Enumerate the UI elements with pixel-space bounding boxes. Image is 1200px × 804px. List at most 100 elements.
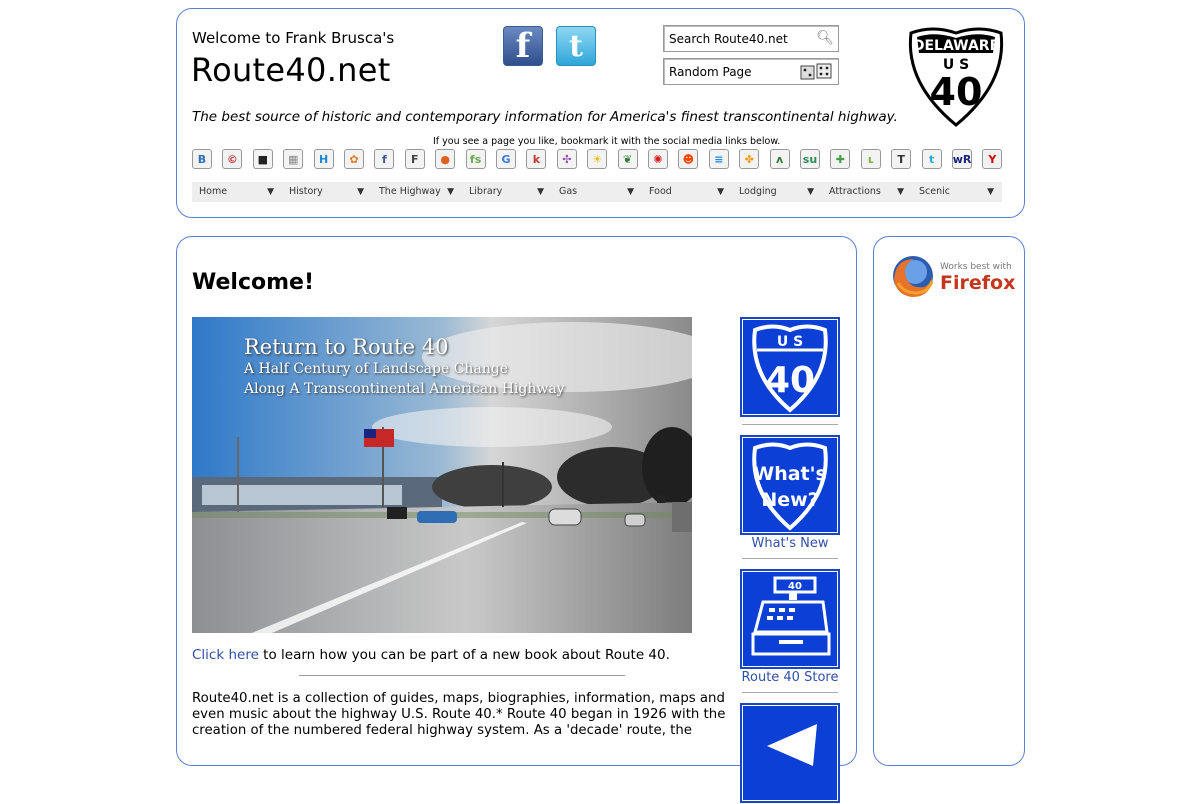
delaware-us40-shield-icon[interactable]: DELAWARE U S 40 bbox=[903, 23, 1009, 127]
chevron-down-icon[interactable]: ▼ bbox=[537, 182, 544, 202]
whats-new-tile-image: What's New? bbox=[742, 437, 838, 533]
chevron-down-icon[interactable]: ▼ bbox=[357, 182, 364, 202]
bookmark-icon[interactable]: ☀ bbox=[587, 149, 608, 169]
bookmark-icon[interactable]: ❦ bbox=[617, 149, 638, 169]
nav-item-scenic[interactable]: Scenic ▼ bbox=[912, 182, 1002, 202]
main-panel: Welcome! Return to Route 40 A Half Centu… bbox=[176, 236, 857, 803]
next-tile[interactable] bbox=[740, 703, 840, 803]
facebook-icon[interactable]: f bbox=[503, 26, 543, 66]
hero-image[interactable]: Return to Route 40 A Half Century of Lan… bbox=[192, 317, 692, 633]
bookmark-icon[interactable]: ≡ bbox=[708, 149, 729, 169]
click-here-link[interactable]: Click here bbox=[192, 647, 259, 663]
divider bbox=[299, 675, 625, 676]
bookmark-icon[interactable]: ✣ bbox=[556, 149, 577, 169]
us40-shield-icon: U S 40 bbox=[752, 324, 828, 413]
bookmark-icon[interactable]: ▦ bbox=[283, 149, 304, 169]
hero-title-line1: Return to Route 40 bbox=[244, 335, 449, 359]
nav-item-label: Home bbox=[199, 186, 228, 197]
nav-item-the-highway[interactable]: The Highway ▼ bbox=[372, 182, 462, 202]
bookmark-note: If you see a page you like, bookmark it … bbox=[433, 136, 781, 147]
random-page-button[interactable]: Random Page bbox=[663, 58, 839, 85]
bookmark-icon[interactable]: B bbox=[192, 149, 212, 169]
nav-item-label: Attractions bbox=[829, 186, 881, 197]
nav-item-label: History bbox=[289, 186, 323, 197]
bookmark-icon[interactable]: k bbox=[526, 149, 547, 169]
bookmark-icon[interactable]: ʌ bbox=[769, 149, 790, 169]
nav-item-label: Gas bbox=[559, 186, 578, 197]
chevron-down-icon[interactable]: ▼ bbox=[807, 182, 814, 202]
tile-divider bbox=[742, 692, 838, 693]
nav-item-label: Food bbox=[649, 186, 672, 197]
bookmark-icon[interactable]: su bbox=[800, 149, 820, 169]
nav-item-gas[interactable]: Gas ▼ bbox=[552, 182, 642, 202]
whats-new-link[interactable]: What's New bbox=[725, 536, 855, 551]
welcome-line: Welcome to Frank Brusca's bbox=[192, 29, 395, 47]
twitter-icon[interactable]: t bbox=[556, 26, 596, 66]
bookmark-icon[interactable]: Y bbox=[982, 149, 1003, 169]
bookmark-icon[interactable]: ■ bbox=[252, 149, 273, 169]
bookmark-icon[interactable]: ✤ bbox=[739, 149, 760, 169]
chevron-down-icon[interactable]: ▼ bbox=[267, 182, 274, 202]
bookmark-icon[interactable]: ✚ bbox=[830, 149, 851, 169]
bookmark-icon[interactable]: T bbox=[891, 149, 912, 169]
tagline: The best source of historic and contempo… bbox=[192, 109, 898, 125]
firefox-icon[interactable] bbox=[890, 253, 936, 299]
us40-tile-image: U S 40 bbox=[742, 319, 838, 415]
cash-register-icon: 40 bbox=[751, 576, 831, 656]
chevron-down-icon[interactable]: ▼ bbox=[717, 182, 724, 202]
whats-new-tile[interactable]: What's New? bbox=[740, 435, 840, 535]
hero-title: Return to Route 40 A Half Century of Lan… bbox=[244, 335, 565, 399]
us40-tile[interactable]: U S 40 bbox=[740, 317, 840, 417]
svg-text:40: 40 bbox=[765, 360, 815, 401]
store-tile[interactable]: 40 bbox=[740, 569, 840, 669]
whats-new-shield-icon: What's New? bbox=[752, 442, 828, 531]
svg-text:What's: What's bbox=[753, 463, 827, 485]
header-panel: Welcome to Frank Brusca's Route40.net Th… bbox=[176, 8, 1025, 218]
nav-item-attractions[interactable]: Attractions ▼ bbox=[822, 182, 912, 202]
chevron-down-icon[interactable]: ▼ bbox=[627, 182, 634, 202]
chevron-down-icon[interactable]: ▼ bbox=[897, 182, 904, 202]
bookmark-icon[interactable]: ● bbox=[435, 149, 456, 169]
nav-item-home[interactable]: Home ▼ bbox=[192, 182, 282, 202]
store-link[interactable]: Route 40 Store bbox=[725, 670, 855, 685]
next-tile-image bbox=[742, 705, 838, 801]
nav-item-lodging[interactable]: Lodging ▼ bbox=[732, 182, 822, 202]
bookmark-icon[interactable]: ʟ bbox=[860, 149, 881, 169]
sidebar-panel: Works best with Firefox bbox=[873, 236, 1025, 766]
svg-text:40: 40 bbox=[788, 581, 802, 592]
tile-divider bbox=[742, 558, 838, 559]
dice-icon bbox=[800, 63, 832, 80]
bookmark-icon[interactable]: © bbox=[222, 149, 243, 169]
bookmark-icon[interactable]: H bbox=[313, 149, 334, 169]
nav-bar: Home ▼ History ▼ The Highway ▼ Library ▼ Gas ▼ Foo… bbox=[192, 182, 1002, 202]
svg-text:U S: U S bbox=[777, 334, 803, 350]
bookmark-icon[interactable]: ☻ bbox=[678, 149, 699, 169]
search-icon[interactable]: 🔍︎ bbox=[816, 30, 834, 46]
bookmark-icon[interactable]: F bbox=[404, 149, 425, 169]
shield-number: 40 bbox=[930, 70, 983, 114]
bookmark-icon[interactable]: G bbox=[496, 149, 516, 169]
nav-item-library[interactable]: Library ▼ bbox=[462, 182, 552, 202]
intro-paragraph: Route40.net is a collection of guides, m… bbox=[192, 691, 726, 738]
shield-state: DELAWARE bbox=[913, 38, 999, 54]
bookmark-icon[interactable]: wR bbox=[952, 149, 972, 169]
nav-item-label: The Highway bbox=[379, 186, 441, 197]
tile-divider bbox=[742, 424, 838, 425]
site-title[interactable]: Route40.net bbox=[191, 51, 391, 89]
page-title: Welcome! bbox=[192, 270, 314, 295]
search-placeholder: Search Route40.net bbox=[669, 31, 788, 46]
hero-title-line3: Along A Transcontinental American Highwa… bbox=[244, 381, 565, 397]
bookmark-icon-row: B © ■ ▦ H ✿ f F ● fs Gk ✣ ☀ ❦ ✺ ☻ ≡ ✤ ʌ su ✚ ʟ Tt wR Y bbox=[192, 149, 1004, 171]
bookmark-icon[interactable]: t bbox=[921, 149, 942, 169]
chevron-down-icon[interactable]: ▼ bbox=[987, 182, 994, 202]
search-input[interactable]: Search Route40.net 🔍︎ bbox=[663, 25, 839, 52]
book-promo-text: to learn how you can be part of a new bo… bbox=[258, 647, 670, 663]
bookmark-icon[interactable]: f bbox=[374, 149, 395, 169]
chevron-down-icon[interactable]: ▼ bbox=[447, 182, 454, 202]
bookmark-icon[interactable]: ✺ bbox=[648, 149, 668, 169]
bookmark-icon[interactable]: fs bbox=[465, 149, 486, 169]
book-promo-line: Click here to learn how you can be part … bbox=[192, 647, 670, 663]
nav-item-history[interactable]: History ▼ bbox=[282, 182, 372, 202]
nav-item-food[interactable]: Food ▼ bbox=[642, 182, 732, 202]
bookmark-icon[interactable]: ✿ bbox=[344, 149, 364, 169]
